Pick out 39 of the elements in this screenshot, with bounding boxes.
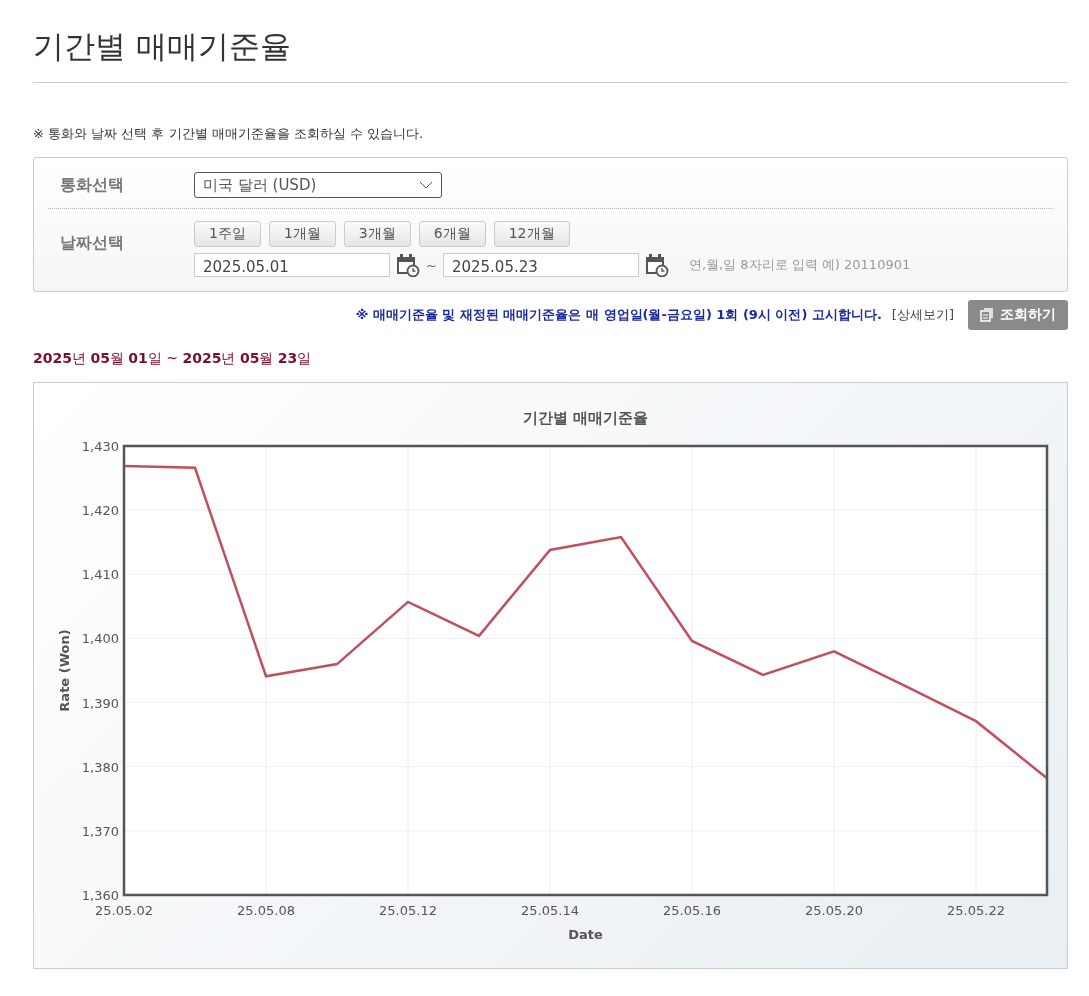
period-button[interactable]: 1개월: [268, 221, 336, 247]
x-tick-label: 25.05.02: [95, 903, 153, 918]
calendar-icon[interactable]: [644, 253, 669, 277]
date-label: 날짜선택: [59, 233, 125, 254]
x-tick-label: 25.05.14: [521, 903, 579, 918]
x-tick-label: 25.05.16: [663, 903, 721, 918]
start-date-field[interactable]: 2025.05.01: [194, 253, 390, 277]
x-tick-label: 25.05.08: [237, 903, 295, 918]
y-tick-label: 1,390: [81, 695, 119, 711]
currency-label: 통화선택: [59, 174, 125, 196]
y-tick-label: 1,420: [81, 503, 119, 519]
document-icon: [980, 308, 994, 322]
period-button[interactable]: 6개월: [418, 221, 486, 247]
y-tick-label: 1,430: [81, 439, 119, 454]
y-tick-label: 1,370: [81, 823, 119, 839]
notice-text: ※ 통화와 날짜 선택 후 기간별 매매기준율을 조회하실 수 있습니다.: [33, 125, 425, 143]
y-tick-label: 1,410: [81, 567, 119, 583]
announcement-text: ※ 매매기준율 및 재정된 매매기준율은 매 영업일(월-금요일) 1회 (9시 이전) 고시합니다.: [355, 306, 882, 324]
x-axis-title: Date: [568, 927, 603, 942]
y-tick-label: 1,380: [81, 759, 119, 775]
period-button[interactable]: 1주일: [194, 221, 261, 247]
range-separator: ~: [426, 257, 437, 273]
calendar-icon[interactable]: [396, 253, 420, 277]
y-tick-label: 1,400: [81, 631, 119, 647]
detail-link[interactable]: [상세보기]: [891, 306, 954, 324]
x-tick-label: 25.05.12: [379, 903, 437, 918]
x-tick-label: 25.05.20: [805, 903, 863, 918]
chart-title: 기간별 매매기준율: [522, 409, 649, 427]
date-hint: 연,월,일 8자리로 입력 예) 20110901: [688, 256, 911, 274]
page-title: 기간별 매매기준율: [33, 18, 1068, 83]
period-button[interactable]: 3개월: [343, 221, 411, 247]
date-range-text: 2025년 05월 01일 ~ 2025년 05월 23일: [33, 350, 313, 368]
y-tick-label: 1,360: [81, 888, 119, 903]
period-button[interactable]: 12개월: [493, 221, 570, 247]
y-axis-title: Rate (Won): [57, 629, 72, 712]
end-date-field[interactable]: 2025.05.23: [442, 253, 639, 277]
x-tick-label: 25.05.22: [947, 903, 1005, 918]
chevron-down-icon: [419, 181, 433, 189]
currency-select[interactable]: 미국 달러 (USD): [194, 172, 442, 198]
